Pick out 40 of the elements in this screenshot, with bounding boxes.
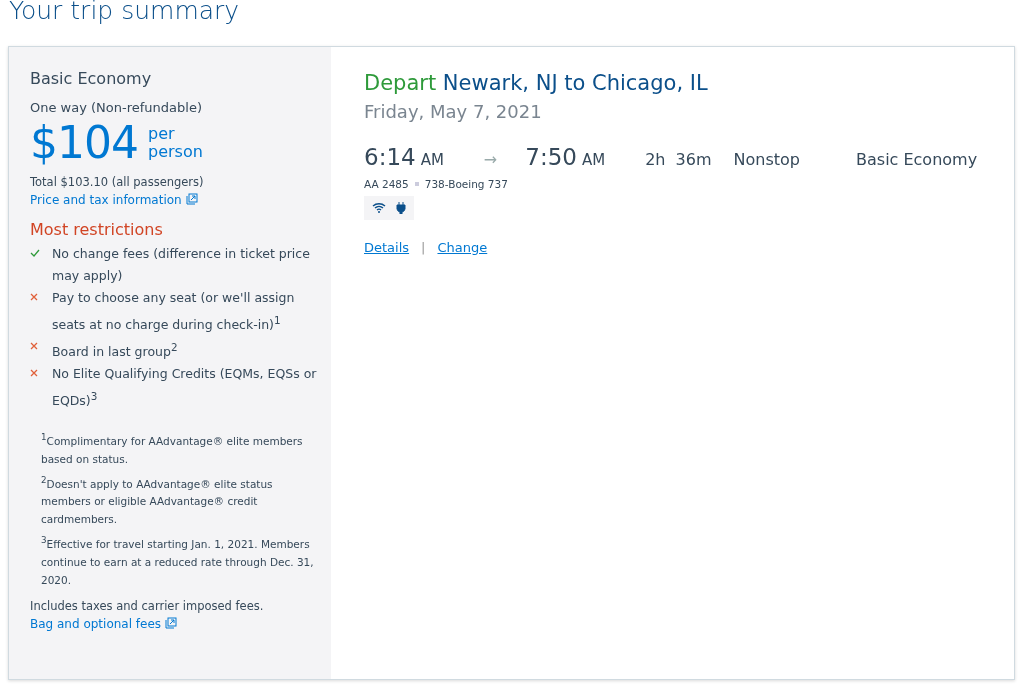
flight-duration: 2h 36m xyxy=(645,150,712,169)
aircraft-type: 738-Boeing 737 xyxy=(424,178,508,190)
restriction-text: No change fees (difference in ticket price may apply) xyxy=(52,245,311,285)
total-price: Total $103.10 (all passengers) xyxy=(30,175,205,189)
flight-date: Friday, May 7, 2021 xyxy=(364,101,543,122)
depart-ampm: AM xyxy=(420,151,444,169)
trip-type: One way (Non-refundable) xyxy=(30,100,203,115)
fees-note: Includes taxes and carrier imposed fees. xyxy=(30,598,265,613)
wifi-icon xyxy=(372,202,386,213)
plug-icon xyxy=(396,202,406,214)
cabin-class: Basic Economy xyxy=(856,150,978,169)
arrive-time: 7:50 xyxy=(525,144,577,170)
arrive-ampm: AM xyxy=(581,151,606,169)
restriction-text: No Elite Qualifying Credits (EQMs, EQSs or EQDs)$^{3}$ xyxy=(52,365,318,411)
external-link-icon xyxy=(165,616,178,629)
footnote: $^{2}$Doesn't apply to AAdvantage® elite status members or eligible AAdvantage® credit cardmembers. xyxy=(41,473,274,528)
flight-link[interactable]: Details xyxy=(364,240,410,255)
restriction-text: Board in last group$^{2}$ xyxy=(52,340,178,362)
link-separator: | xyxy=(421,240,426,255)
fare-name: Basic Economy xyxy=(30,69,153,88)
flight-stops: Nonstop xyxy=(733,150,800,169)
page-title: Your trip summary xyxy=(9,0,241,27)
check-icon xyxy=(30,249,40,257)
cross-icon xyxy=(30,293,38,301)
price-info-link[interactable]: Price and tax information xyxy=(30,193,198,207)
cross-icon xyxy=(30,369,38,378)
price-unit: per person xyxy=(148,125,204,161)
arrow: → xyxy=(483,150,498,169)
price-amount: $104 xyxy=(30,117,138,169)
restriction-text: Pay to choose any seat (or we'll assign seats at no charge during check-in)$^{1}$ xyxy=(52,289,296,335)
depart-time: 6:14 xyxy=(364,144,416,170)
restrictions-title: Most restrictions xyxy=(30,220,164,239)
flight-heading: Depart Newark, NJ to Chicago, IL xyxy=(364,71,709,95)
footnote: $^{1}$Complimentary for AAdvantage® elite members based on status. xyxy=(41,431,304,467)
cross-icon xyxy=(30,342,38,351)
flight-number: AA 2485 xyxy=(364,178,409,190)
external-link-icon xyxy=(185,193,198,205)
footnote: $^{3}$Effective for travel starting Jan. 1, 2021. Members continue to earn at a reduced rate through Dec. 31, 2020. xyxy=(41,534,315,588)
bag-fees-link[interactable]: Bag and optional fees xyxy=(30,616,178,631)
flight-link[interactable]: Change xyxy=(437,240,488,255)
